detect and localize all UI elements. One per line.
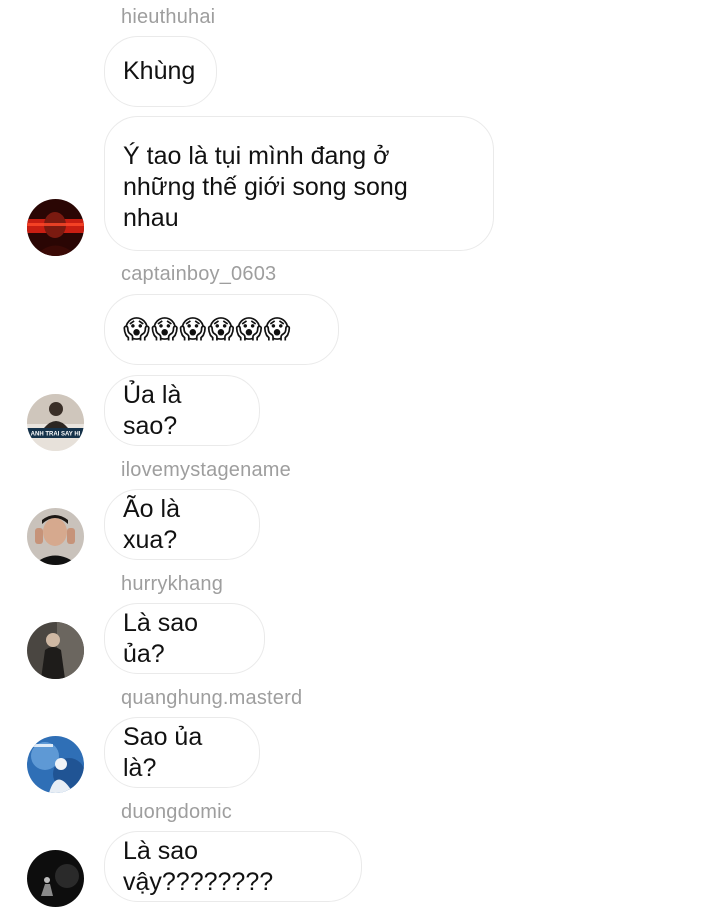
message-thread: hieuthuhai Khùng Ý tao là tụi mình đang … xyxy=(0,0,706,911)
message-bubble[interactable]: Là sao ủa? xyxy=(104,603,265,674)
message-text: Sao ủa là? xyxy=(123,722,203,782)
message-bubble[interactable]: Ão là xua? xyxy=(104,489,260,560)
message-text-line: Ý tao là tụi mình đang ở xyxy=(123,142,390,170)
poster-caption: ANH TRAI SAY HI xyxy=(31,432,81,438)
sender-username[interactable]: duongdomic xyxy=(121,800,232,824)
sender-username[interactable]: quanghung.masterd xyxy=(121,686,302,710)
man-portrait-avatar[interactable] xyxy=(27,508,84,565)
show-poster-avatar[interactable]: ANH TRAI SAY HI xyxy=(27,394,84,451)
message-bubble[interactable]: Ý tao là tụi mình đang ở những thế giới … xyxy=(104,116,494,251)
message-text: Là sao vậy???????? xyxy=(123,836,274,896)
message-bubble[interactable]: Là sao vậy???????? xyxy=(104,831,362,902)
message-text-line: nhau xyxy=(123,204,179,232)
message-bubble[interactable]: Sao ủa là? xyxy=(104,717,260,788)
dark-portrait-avatar[interactable] xyxy=(27,622,84,679)
blue-poster-avatar[interactable] xyxy=(27,736,84,793)
message-bubble[interactable]: Khùng xyxy=(104,36,217,107)
sender-username[interactable]: captainboy_0603 xyxy=(121,262,276,286)
sender-username[interactable]: ilovemystagename xyxy=(121,458,291,482)
message-bubble[interactable]: Ủa là sao? xyxy=(104,375,260,446)
dark-stage-avatar[interactable] xyxy=(27,850,84,907)
message-text: Ủa là sao? xyxy=(123,380,182,440)
message-text: 😱😱😱😱😱😱 xyxy=(123,314,292,344)
message-text: Là sao ủa? xyxy=(123,608,199,668)
message-bubble[interactable]: 😱😱😱😱😱😱 xyxy=(104,294,339,365)
message-text: Ão là xua? xyxy=(123,494,180,554)
message-text: Khùng xyxy=(123,57,196,85)
red-portrait-avatar[interactable] xyxy=(27,199,84,256)
message-text: Ý tao là tụi mình đang ở những thế giới … xyxy=(123,141,408,234)
sender-username[interactable]: hieuthuhai xyxy=(121,5,215,29)
message-text-line: những thế giới song song xyxy=(123,173,408,201)
sender-username[interactable]: hurrykhang xyxy=(121,572,223,596)
